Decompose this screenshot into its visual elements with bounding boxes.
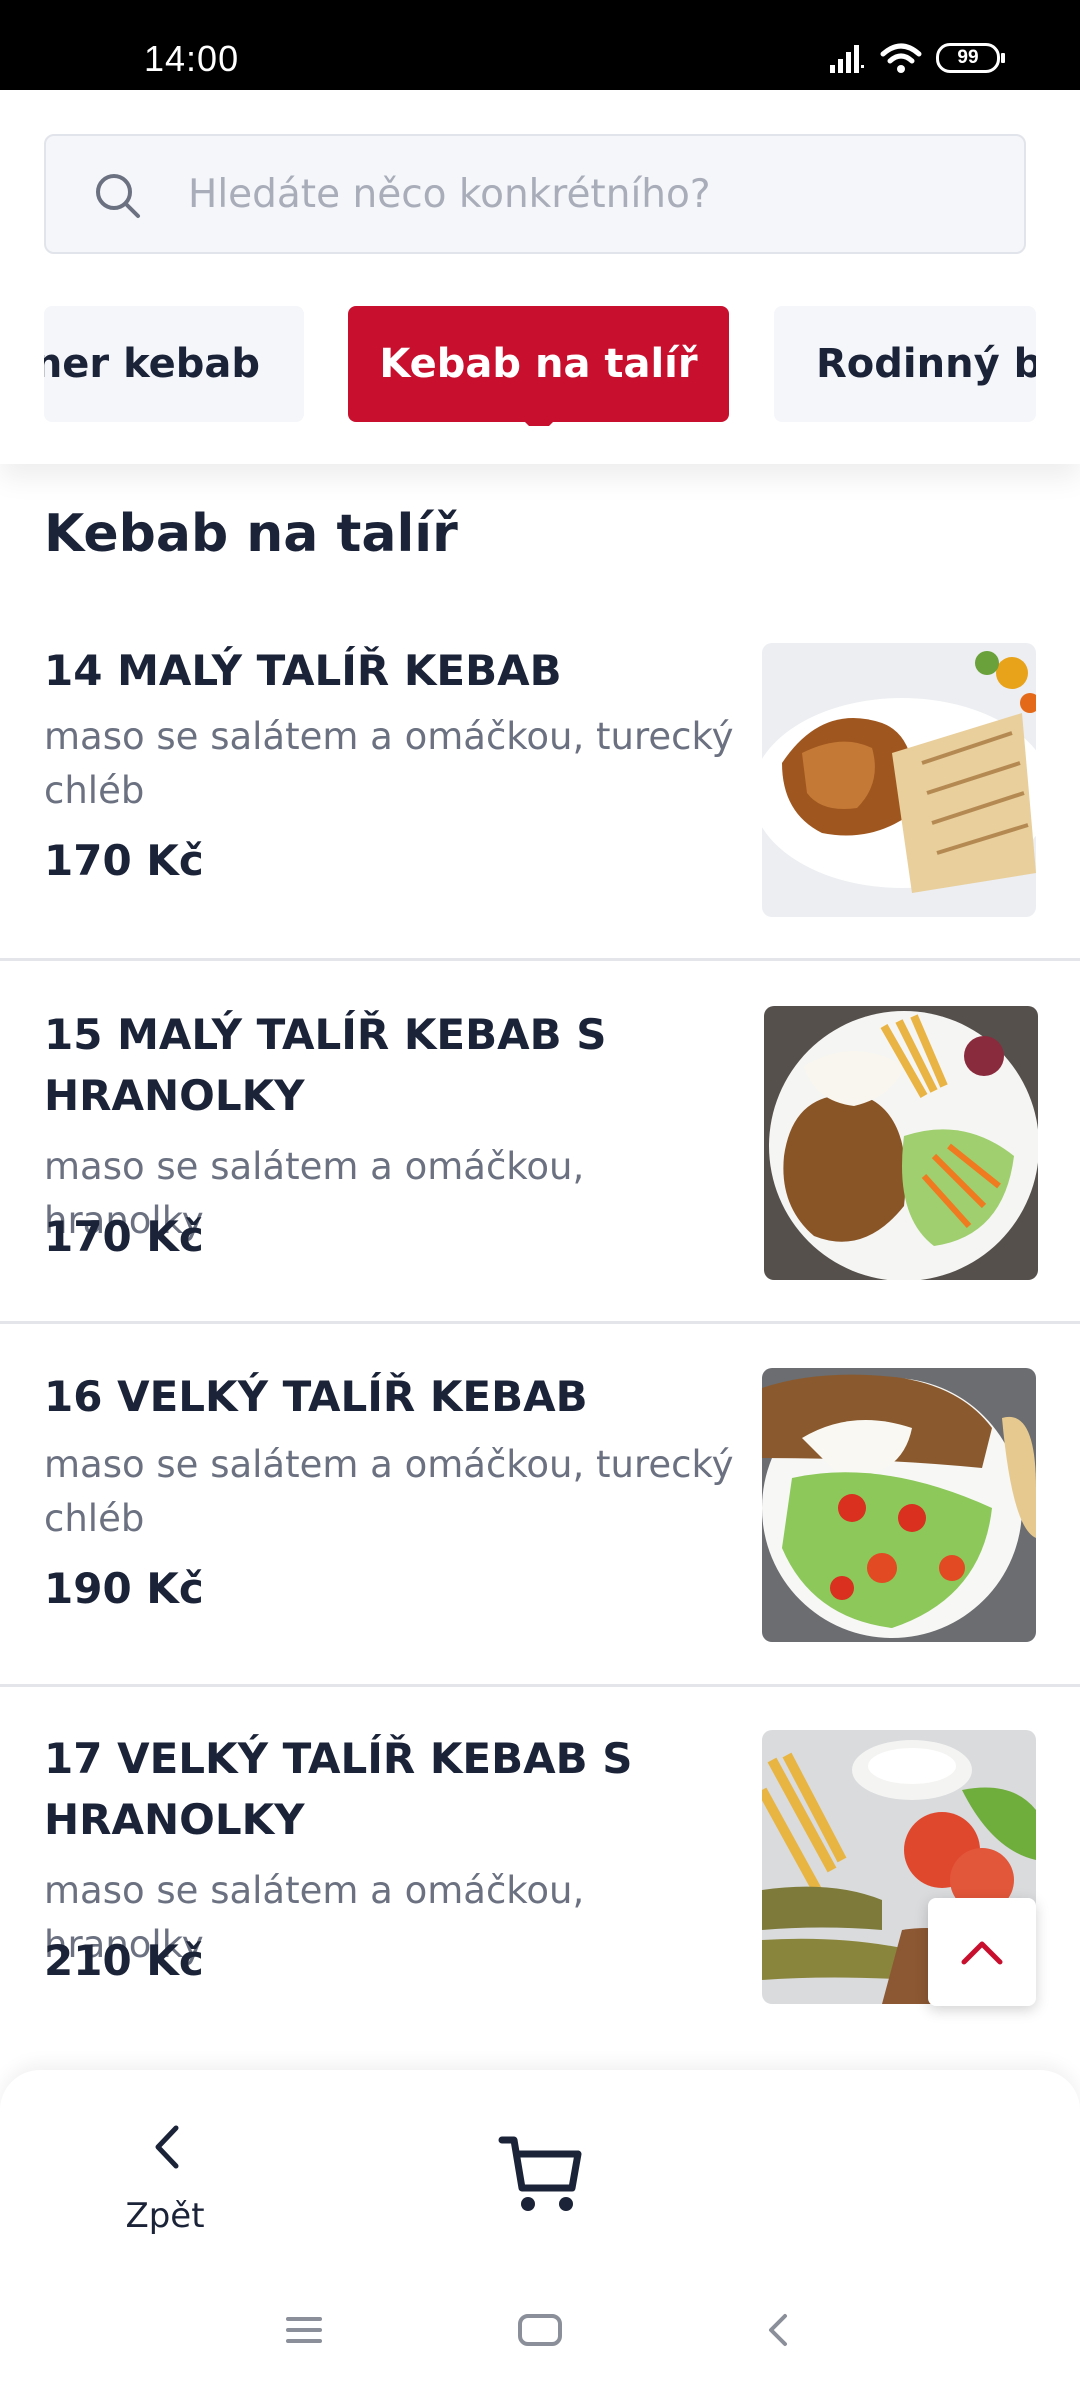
search-input[interactable]	[188, 136, 988, 252]
search-icon	[96, 174, 140, 218]
chevron-left-icon	[155, 2125, 179, 2169]
menu-icon	[286, 2317, 322, 2343]
tab-label: Rodinný bo	[816, 341, 1036, 387]
item-description: maso se salátem a omáčkou, turecký chléb	[44, 715, 734, 812]
scroll-to-top-button[interactable]	[928, 1898, 1036, 2006]
cart-icon	[498, 2136, 582, 2211]
item-price: 210 Kč	[44, 1936, 204, 1985]
tab-label: Kebab na talíř	[379, 341, 698, 387]
item-price: 170 Kč	[44, 836, 204, 885]
nav-menu-button[interactable]	[282, 2300, 326, 2360]
section-title: Kebab na talíř	[44, 504, 458, 564]
header-panel: ner kebab Kebab na talíř Rodinný bo	[0, 90, 1080, 464]
status-bar: 14:00 99	[0, 0, 1080, 90]
item-divider	[0, 1684, 1080, 1687]
battery-icon: 99	[936, 43, 1005, 73]
home-icon	[518, 2314, 562, 2346]
menu-item[interactable]: 16 VELKÝ TALÍŘ KEBAB maso se salátem a o…	[0, 1366, 1080, 1686]
back-arrow-icon	[769, 2314, 787, 2346]
item-divider	[0, 1321, 1080, 1324]
cart-button[interactable]	[498, 2132, 584, 2218]
item-price: 170 Kč	[44, 1212, 204, 1261]
item-photo	[764, 1006, 1038, 1280]
back-label: Zpět	[125, 2196, 205, 2236]
item-price: 190 Kč	[44, 1564, 204, 1613]
tab-rodinny-box[interactable]: Rodinný bo	[774, 306, 1036, 422]
item-photo	[762, 643, 1036, 917]
status-time: 14:00	[144, 38, 240, 79]
category-tabs: ner kebab Kebab na talíř Rodinný bo	[44, 306, 1036, 426]
nav-back-button[interactable]	[762, 2300, 794, 2360]
signal-icon	[830, 45, 864, 73]
status-icons: 99	[830, 40, 1005, 76]
tab-kebab-na-talir[interactable]: Kebab na talíř	[348, 306, 729, 426]
item-name: 14 MALÝ TALÍŘ KEBAB	[44, 646, 562, 695]
item-name: 16 VELKÝ TALÍŘ KEBAB	[44, 1372, 588, 1421]
item-photo	[762, 1368, 1036, 1642]
item-description: maso se salátem a omáčkou, turecký chléb	[44, 1443, 734, 1540]
item-name: 17 VELKÝ TALÍŘ KEBAB S HRANOLKY	[44, 1734, 633, 1844]
wifi-icon	[880, 43, 922, 73]
nav-home-button[interactable]	[516, 2300, 564, 2360]
menu-item[interactable]: 17 VELKÝ TALÍŘ KEBAB S HRANOLKY maso se …	[0, 1728, 1080, 2048]
battery-level: 99	[957, 47, 979, 68]
menu-item[interactable]: 14 MALÝ TALÍŘ KEBAB maso se salátem a om…	[0, 640, 1080, 960]
menu-item[interactable]: 15 MALÝ TALÍŘ KEBAB S HRANOLKY maso se s…	[0, 1004, 1080, 1324]
back-button[interactable]: Zpět	[110, 2120, 220, 2240]
chevron-up-icon	[961, 1941, 1003, 1965]
item-divider	[0, 958, 1080, 961]
item-name: 15 MALÝ TALÍŘ KEBAB S HRANOLKY	[44, 1010, 607, 1120]
search-bar[interactable]	[44, 134, 1026, 254]
tab-label: ner kebab	[44, 341, 260, 387]
tab-doner-kebab[interactable]: ner kebab	[44, 306, 304, 422]
